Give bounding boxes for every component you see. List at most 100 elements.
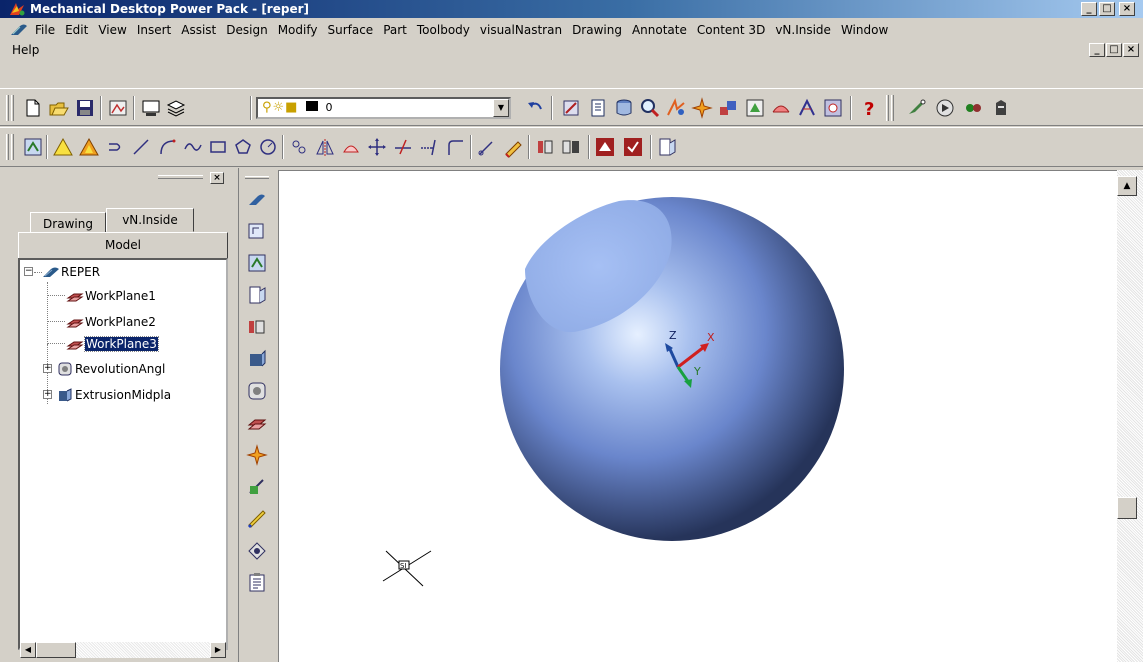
doc-minimize-button[interactable]: _ bbox=[1089, 43, 1105, 57]
new-file-icon[interactable] bbox=[22, 97, 44, 119]
tree-item-workplane1[interactable]: WorkPlane1 bbox=[66, 286, 156, 306]
trim-icon[interactable] bbox=[392, 136, 414, 158]
browser-header[interactable]: × bbox=[8, 172, 224, 186]
pencil-icon[interactable] bbox=[502, 136, 524, 158]
extend-icon[interactable] bbox=[418, 136, 440, 158]
sheet-icon[interactable] bbox=[587, 97, 609, 119]
part-tool-icon[interactable] bbox=[560, 97, 582, 119]
profile-sketch-icon[interactable] bbox=[244, 218, 270, 244]
doc-close-button[interactable]: × bbox=[1123, 43, 1139, 57]
assembly-icon[interactable] bbox=[717, 97, 739, 119]
menu-toolbody[interactable]: Toolbody bbox=[412, 23, 475, 37]
tree-item-revolution[interactable]: RevolutionAngl bbox=[56, 359, 165, 379]
revolve-icon[interactable] bbox=[340, 136, 362, 158]
drawing-setup-icon[interactable] bbox=[107, 97, 129, 119]
menu-part[interactable]: Part bbox=[378, 23, 412, 37]
vn-run-icon[interactable] bbox=[934, 97, 956, 119]
menu-design[interactable]: Design bbox=[221, 23, 272, 37]
analyze-icon[interactable] bbox=[665, 97, 687, 119]
help-icon[interactable]: ? bbox=[858, 97, 880, 119]
expand-toggle[interactable]: + bbox=[43, 390, 52, 399]
parameters-icon[interactable] bbox=[244, 570, 270, 596]
feature-array-icon[interactable] bbox=[244, 442, 270, 468]
layers-icon[interactable] bbox=[165, 97, 187, 119]
scroll-thumb[interactable] bbox=[36, 642, 76, 658]
tab-vn-inside[interactable]: vN.Inside bbox=[106, 208, 194, 232]
menu-content-3d[interactable]: Content 3D bbox=[692, 23, 770, 37]
browser-close-button[interactable]: × bbox=[210, 172, 224, 184]
display-icon[interactable] bbox=[140, 97, 162, 119]
menu-insert[interactable]: Insert bbox=[132, 23, 176, 37]
mirror-icon[interactable] bbox=[314, 136, 336, 158]
doc-restore-button[interactable]: □ bbox=[1106, 43, 1122, 57]
browser-horizontal-scrollbar[interactable]: ◀ ▶ bbox=[20, 642, 226, 658]
menu-window[interactable]: Window bbox=[836, 23, 893, 37]
chevron-down-icon[interactable]: ▼ bbox=[493, 99, 509, 117]
save-icon[interactable] bbox=[74, 97, 96, 119]
dimension-tool-icon[interactable] bbox=[244, 282, 270, 308]
scroll-right-icon[interactable]: ▶ bbox=[210, 642, 226, 658]
scroll-thumb[interactable] bbox=[1117, 497, 1137, 519]
part-toggle-icon[interactable] bbox=[656, 136, 678, 158]
dimension-icon[interactable] bbox=[796, 97, 818, 119]
triangle-orange-icon[interactable] bbox=[78, 136, 100, 158]
tree-item-workplane3[interactable]: WorkPlane3 bbox=[66, 334, 159, 354]
2d-constraints-icon[interactable] bbox=[244, 250, 270, 276]
move-icon[interactable] bbox=[366, 136, 388, 158]
view-icon[interactable] bbox=[744, 97, 766, 119]
menu-drawing[interactable]: Drawing bbox=[567, 23, 627, 37]
revolve-tool-icon[interactable] bbox=[244, 346, 270, 372]
work-plane-icon[interactable] bbox=[244, 410, 270, 436]
constraint-icon[interactable] bbox=[534, 136, 556, 158]
model-viewport[interactable]: Z X Y SI bbox=[278, 170, 1117, 662]
expand-toggle[interactable]: + bbox=[43, 364, 52, 373]
new-part-icon[interactable] bbox=[244, 186, 270, 212]
rectangle-icon[interactable] bbox=[207, 136, 229, 158]
layer-dropdown[interactable]: ⚲☼■ 0 ▼ bbox=[256, 97, 511, 119]
polygon-icon[interactable] bbox=[232, 136, 254, 158]
minimize-button[interactable]: _ bbox=[1081, 2, 1097, 16]
vn-rotate-icon[interactable] bbox=[962, 97, 984, 119]
update-icon[interactable] bbox=[622, 136, 644, 158]
send-icon[interactable] bbox=[906, 97, 928, 119]
scroll-up-icon[interactable]: ▲ bbox=[1117, 176, 1137, 196]
sketch-icon[interactable] bbox=[22, 136, 44, 158]
menu-assist[interactable]: Assist bbox=[176, 23, 221, 37]
menu-help[interactable]: Help bbox=[12, 43, 44, 57]
triangle-warning-icon[interactable] bbox=[52, 136, 74, 158]
menu-file[interactable]: File bbox=[30, 23, 60, 37]
scroll-left-icon[interactable]: ◀ bbox=[20, 642, 36, 658]
shell-icon[interactable] bbox=[244, 538, 270, 564]
circle-icon[interactable] bbox=[257, 136, 279, 158]
undo-icon[interactable] bbox=[524, 97, 546, 119]
polyline-arc-icon[interactable] bbox=[104, 136, 126, 158]
tab-model[interactable]: Model bbox=[18, 232, 228, 258]
collapse-toggle[interactable]: − bbox=[24, 267, 33, 276]
offset-icon[interactable] bbox=[288, 136, 310, 158]
vn-body-icon[interactable] bbox=[990, 97, 1012, 119]
viewport-vertical-scrollbar[interactable]: ▲ bbox=[1117, 170, 1143, 662]
edit-dimension-icon[interactable] bbox=[476, 136, 498, 158]
surface-icon[interactable] bbox=[770, 97, 792, 119]
close-button[interactable]: × bbox=[1119, 2, 1135, 16]
explode-icon[interactable] bbox=[691, 97, 713, 119]
tree-item-root[interactable]: REPER bbox=[42, 262, 100, 282]
hole-icon[interactable] bbox=[822, 97, 844, 119]
toolbar-grip[interactable] bbox=[11, 95, 14, 121]
tree-item-workplane2[interactable]: WorkPlane2 bbox=[66, 312, 156, 332]
menu-visualnastran[interactable]: visualNastran bbox=[475, 23, 567, 37]
zoom-icon[interactable] bbox=[639, 97, 661, 119]
fillet-icon[interactable] bbox=[444, 136, 466, 158]
menu-annotate[interactable]: Annotate bbox=[627, 23, 692, 37]
line-icon[interactable] bbox=[130, 136, 152, 158]
menu-edit[interactable]: Edit bbox=[60, 23, 93, 37]
arc-icon[interactable] bbox=[156, 136, 178, 158]
profile-icon[interactable] bbox=[594, 136, 616, 158]
open-folder-icon[interactable] bbox=[48, 97, 70, 119]
menu-modify[interactable]: Modify bbox=[273, 23, 323, 37]
maximize-button[interactable]: □ bbox=[1099, 2, 1115, 16]
tree-item-extrusion[interactable]: ExtrusionMidpla bbox=[56, 385, 171, 405]
chamfer-icon[interactable] bbox=[244, 506, 270, 532]
extrude-icon[interactable] bbox=[244, 314, 270, 340]
toolbar-grip[interactable] bbox=[6, 95, 9, 121]
